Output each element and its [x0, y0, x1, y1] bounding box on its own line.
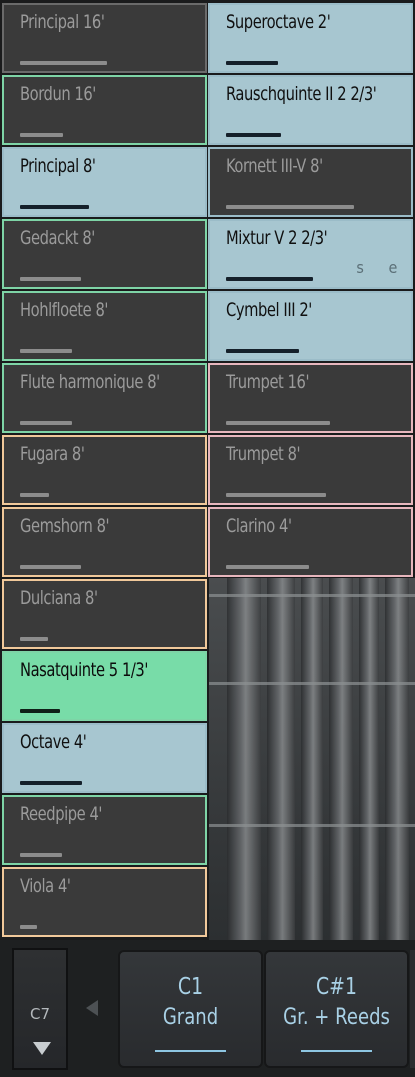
stop-label: Rauschquinte II 2 2/3': [226, 83, 377, 105]
stop-reedpipe-4[interactable]: Reedpipe 4': [2, 795, 207, 865]
combination-button-c-sharp-1[interactable]: C#1 Gr. + Reeds: [264, 950, 409, 1068]
stop-gedackt-8[interactable]: Gedackt 8': [2, 219, 207, 289]
stop-viola-4[interactable]: Viola 4': [2, 867, 207, 937]
stop-superoctave-2[interactable]: Superoctave 2': [208, 3, 413, 73]
combination-indicator: [155, 1050, 226, 1052]
stop-octave-4[interactable]: Octave 4': [2, 723, 207, 793]
stop-label: Octave 4': [20, 731, 87, 753]
stop-level-bar: [20, 853, 62, 857]
stop-hohlfloete-8[interactable]: Hohlfloete 8': [2, 291, 207, 361]
stop-level-bar: [226, 277, 313, 281]
stop-label: Superoctave 2': [226, 11, 331, 33]
stop-level-bar: [226, 205, 354, 209]
stop-flute-harmonique-8[interactable]: Flute harmonique 8': [2, 363, 207, 433]
stop-level-bar: [226, 61, 278, 65]
stop-label: Gemshorn 8': [20, 515, 110, 537]
stop-cymbel-iii-2[interactable]: Cymbel III 2': [208, 291, 413, 361]
organ-pipes-image: [209, 578, 415, 940]
stop-label: Trumpet 16': [226, 371, 310, 393]
stop-level-bar: [226, 565, 309, 569]
combination-name: Grand: [162, 1005, 219, 1030]
stop-level-bar: [20, 925, 37, 929]
stop-label: Bordun 16': [20, 83, 96, 105]
stop-dulciana-8[interactable]: Dulciana 8': [2, 579, 207, 649]
stop-label: Clarino 4': [226, 515, 292, 537]
stop-label: Hohlfloete 8': [20, 299, 109, 321]
stop-level-bar: [20, 61, 107, 65]
stop-label: Mixtur V 2 2/3': [226, 227, 328, 249]
stop-level-bar: [20, 637, 48, 641]
stop-label: Principal 16': [20, 11, 105, 33]
stop-tag: e: [388, 258, 398, 277]
page-label: C7: [29, 1005, 51, 1023]
stop-tag: s: [356, 258, 364, 277]
stop-level-bar: [226, 349, 299, 353]
stop-principal-8[interactable]: Principal 8': [2, 147, 207, 217]
stop-label: Trumpet 8': [226, 443, 301, 465]
stop-level-bar: [226, 421, 330, 425]
stop-label: Viola 4': [20, 875, 71, 897]
combination-key: C#1: [316, 974, 357, 1000]
stop-label: Cymbel III 2': [226, 299, 312, 321]
stop-level-bar: [20, 781, 82, 785]
stop-level-bar: [226, 133, 281, 137]
stop-label: Gedackt 8': [20, 227, 95, 249]
stop-level-bar: [20, 421, 72, 425]
stop-label: Nasatquinte 5 1/3': [20, 659, 148, 681]
triangle-left-icon[interactable]: [86, 1000, 98, 1016]
stop-gemshorn-8[interactable]: Gemshorn 8': [2, 507, 207, 577]
stop-level-bar: [20, 709, 60, 713]
combination-key: C1: [177, 974, 204, 1000]
stop-fugara-8[interactable]: Fugara 8': [2, 435, 207, 505]
stop-level-bar: [226, 493, 326, 497]
combination-indicator: [301, 1050, 372, 1052]
stop-label: Reedpipe 4': [20, 803, 103, 825]
stop-level-bar: [20, 277, 81, 281]
stop-trumpet-8[interactable]: Trumpet 8': [208, 435, 413, 505]
stop-label: Kornett III-V 8': [226, 155, 323, 177]
next-combination-edge[interactable]: [410, 950, 415, 1068]
stop-label: Fugara 8': [20, 443, 85, 465]
triangle-down-icon: [33, 1042, 51, 1055]
stop-level-bar: [20, 349, 72, 353]
combination-button-c1[interactable]: C1 Grand: [118, 950, 263, 1068]
stop-trumpet-16[interactable]: Trumpet 16': [208, 363, 413, 433]
stop-mixtur-v-2-2-3[interactable]: Mixtur V 2 2/3' s e: [208, 219, 413, 289]
stop-level-bar: [20, 565, 81, 569]
stop-label: Principal 8': [20, 155, 96, 177]
stop-kornett-iii-v-8[interactable]: Kornett III-V 8': [208, 147, 413, 217]
stop-rauschquinte-ii-2-2-3[interactable]: Rauschquinte II 2 2/3': [208, 75, 413, 145]
combination-name: Gr. + Reeds: [283, 1005, 390, 1030]
stop-level-bar: [20, 493, 49, 497]
stop-level-bar: [20, 133, 63, 137]
stop-nasatquinte-5-1-3[interactable]: Nasatquinte 5 1/3': [2, 651, 207, 721]
stop-clarino-4[interactable]: Clarino 4': [208, 507, 413, 577]
stop-level-bar: [20, 205, 89, 209]
stop-label: Flute harmonique 8': [20, 371, 160, 393]
stop-label: Dulciana 8': [20, 587, 98, 609]
page-selector-button[interactable]: C7: [12, 948, 68, 1070]
stop-principal-16[interactable]: Principal 16': [2, 3, 207, 73]
stop-bordun-16[interactable]: Bordun 16': [2, 75, 207, 145]
